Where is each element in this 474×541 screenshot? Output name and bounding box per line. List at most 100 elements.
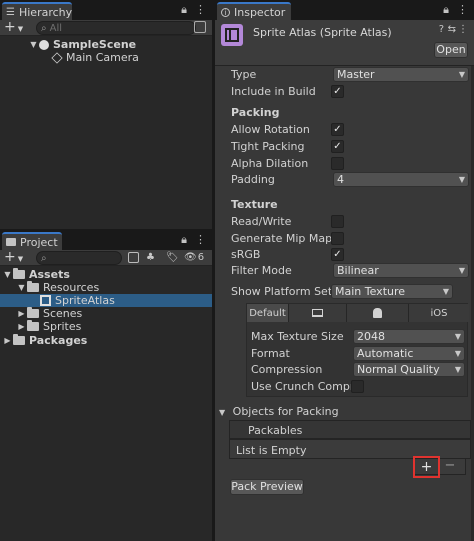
tree-row-packages[interactable]: ▶ Packages: [0, 334, 212, 347]
android-icon: [373, 308, 382, 318]
compression-label: Compression: [251, 363, 323, 376]
srgb-label: sRGB: [231, 248, 261, 261]
packables-list-header: Packables: [229, 420, 471, 439]
padding-row: Padding 4 ▼: [215, 172, 474, 188]
create-button[interactable]: + ▼: [4, 19, 23, 35]
padding-value: 4: [337, 173, 344, 186]
expand-arrow-icon[interactable]: ▼: [16, 283, 27, 292]
type-row: Type Master ▼: [215, 67, 474, 83]
include-label: Include in Build: [231, 85, 316, 98]
alpha-dilation-label: Alpha Dilation: [231, 157, 309, 170]
crunch-checkbox[interactable]: [351, 380, 364, 393]
gameobject-cube-icon: [51, 51, 63, 64]
read-write-label: Read/Write: [231, 215, 292, 228]
inspector-tab-label: Inspector: [234, 5, 286, 19]
settings-more-icon[interactable]: ⋮: [458, 24, 468, 35]
show-platform-dropdown[interactable]: Main Texture ▼: [331, 284, 453, 299]
hidden-packages-icon[interactable]: 👁︎6: [184, 252, 204, 263]
collapse-arrow-icon[interactable]: ▶: [2, 336, 13, 345]
collapse-arrow-icon[interactable]: ▶: [16, 309, 27, 318]
more-icon[interactable]: ⋮: [195, 233, 206, 247]
platform-tab-ios[interactable]: iOS: [409, 304, 469, 322]
more-icon[interactable]: ⋮: [457, 3, 468, 17]
show-platform-label: Show Platform Settir: [231, 285, 331, 298]
expand-arrow-icon[interactable]: ▼: [28, 40, 39, 49]
lock-icon[interactable]: 🔒︎: [181, 233, 187, 247]
scene-view-icon[interactable]: [194, 21, 206, 33]
tree-row-scenes[interactable]: ▶ Scenes: [0, 307, 212, 320]
alpha-dilation-row: Alpha Dilation: [215, 156, 474, 172]
hierarchy-tabbar: ☰ Hierarchy 🔒︎ ⋮: [0, 0, 212, 20]
mipmaps-label: Generate Mip Maps: [231, 232, 338, 245]
read-write-row: Read/Write: [215, 214, 474, 230]
tree-row-spriteatlas[interactable]: SpriteAtlas: [0, 294, 212, 307]
help-icon[interactable]: ?: [439, 24, 444, 35]
add-button[interactable]: +: [413, 456, 440, 478]
tree-row-assets[interactable]: ▼ Assets: [0, 268, 212, 281]
minus-icon: −: [444, 458, 456, 473]
tree-row-resources[interactable]: ▼ Resources: [0, 281, 212, 294]
plus-icon: +: [420, 459, 433, 475]
project-search-input[interactable]: ⌕: [36, 251, 122, 265]
chevron-down-icon: ▼: [454, 332, 461, 341]
allow-rotation-label: Allow Rotation: [231, 123, 310, 136]
create-button[interactable]: + ▼: [4, 249, 23, 265]
chevron-down-icon: ▼: [454, 349, 461, 358]
packables-label: Packables: [248, 424, 303, 437]
mipmaps-checkbox[interactable]: [331, 232, 344, 245]
expand-arrow-icon[interactable]: ▼: [2, 270, 13, 279]
open-button[interactable]: Open: [434, 42, 468, 58]
filter-mode-label: Filter Mode: [231, 264, 292, 277]
type-dropdown[interactable]: Master ▼: [333, 67, 469, 82]
folder-icon: [13, 334, 25, 345]
tree-row-sprites[interactable]: ▶ Sprites: [0, 320, 212, 333]
platform-tab-default[interactable]: Default: [247, 304, 289, 322]
objects-for-packing-foldout[interactable]: ▼ Objects for Packing: [219, 405, 339, 418]
platform-tab-label: iOS: [430, 307, 448, 319]
project-panel: Project 🔒︎ ⋮ + ▼ ⌕ ♣ 🏷︎ 👁︎6 ▼ Assets ▼ Re…: [0, 230, 212, 541]
srgb-row: sRGB ✓: [215, 247, 474, 263]
padding-dropdown[interactable]: 4 ▼: [333, 172, 469, 187]
tree-row-samplescene[interactable]: ▼ SampleScene: [0, 38, 212, 51]
more-icon[interactable]: ⋮: [195, 3, 206, 17]
tree-row-main-camera[interactable]: Main Camera: [0, 51, 212, 64]
folder-tab-icon: [6, 238, 16, 246]
hierarchy-tab[interactable]: ☰ Hierarchy: [2, 2, 72, 20]
tight-packing-label: Tight Packing: [231, 140, 305, 153]
search-by-label-icon[interactable]: ♣: [146, 252, 155, 263]
list-empty-text: List is Empty: [236, 444, 307, 457]
type-value: Master: [337, 68, 375, 81]
lock-icon[interactable]: 🔒︎: [443, 3, 449, 17]
collapse-arrow-icon[interactable]: ▶: [16, 322, 27, 331]
project-tab[interactable]: Project: [2, 232, 62, 250]
inspector-tab[interactable]: i Inspector: [217, 2, 291, 20]
search-by-type-icon[interactable]: [128, 252, 139, 263]
srgb-checkbox[interactable]: ✓: [331, 248, 344, 261]
tree-label: Packages: [29, 334, 88, 347]
hierarchy-toolbar: + ▼ ⌕ All: [0, 19, 212, 36]
objects-for-packing-label: Objects for Packing: [232, 405, 339, 418]
allow-rotation-checkbox[interactable]: ✓: [331, 123, 344, 136]
filter-mode-dropdown[interactable]: Bilinear ▼: [333, 263, 469, 278]
search-icon: ⌕: [41, 22, 47, 34]
monitor-icon: [312, 309, 323, 317]
remove-button[interactable]: −: [443, 458, 457, 474]
folder-open-icon: [27, 281, 39, 292]
hierarchy-search-input[interactable]: ⌕ All: [36, 21, 196, 35]
include-checkbox[interactable]: ✓: [331, 85, 344, 98]
type-label: Type: [231, 68, 257, 81]
show-platform-value: Main Texture: [335, 285, 406, 298]
pack-preview-button[interactable]: Pack Preview: [230, 479, 304, 495]
read-write-checkbox[interactable]: [331, 215, 344, 228]
tight-packing-checkbox[interactable]: ✓: [331, 140, 344, 153]
platform-tab-label: Default: [249, 307, 286, 319]
tag-icon[interactable]: 🏷︎: [166, 252, 179, 263]
compression-dropdown[interactable]: Normal Quality ▼: [353, 362, 465, 377]
platform-tab-android[interactable]: [347, 304, 409, 322]
platform-tab-standalone[interactable]: [289, 304, 347, 322]
max-size-dropdown[interactable]: 2048 ▼: [353, 329, 465, 344]
lock-icon[interactable]: 🔒︎: [181, 3, 187, 17]
preset-icon[interactable]: ⇆: [448, 24, 456, 35]
alpha-dilation-checkbox[interactable]: [331, 157, 344, 170]
format-dropdown[interactable]: Automatic ▼: [353, 346, 465, 361]
